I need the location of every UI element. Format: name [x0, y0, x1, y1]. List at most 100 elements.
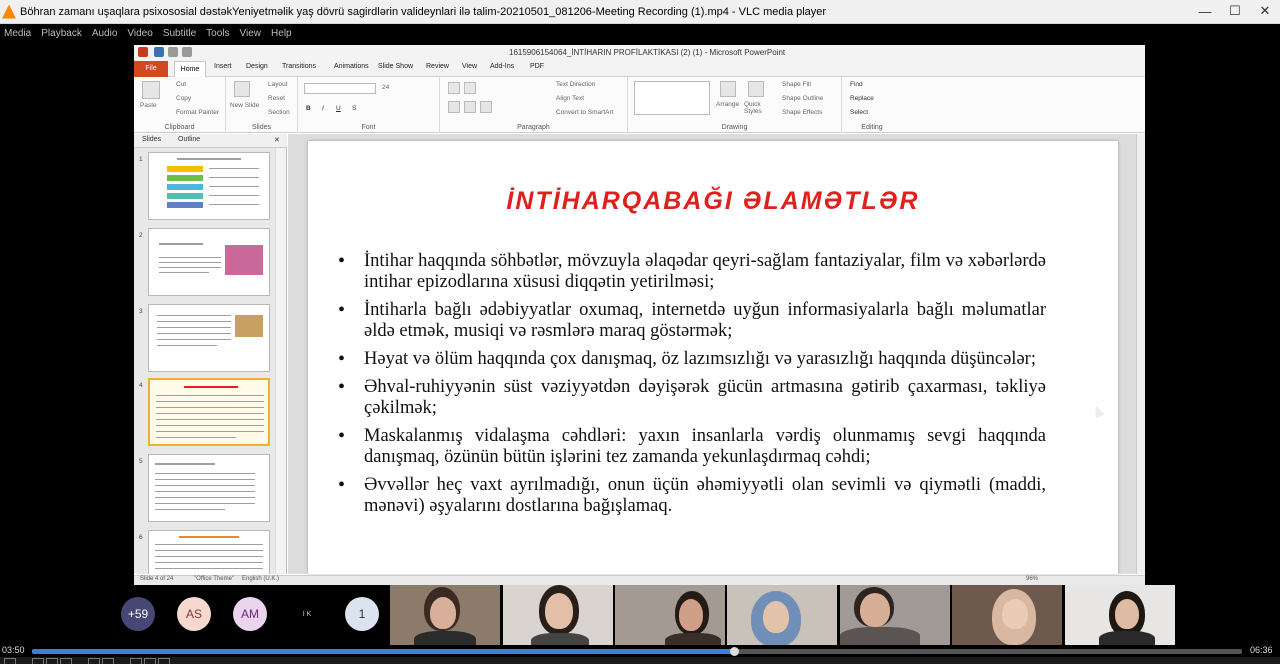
seek-handle[interactable] — [729, 647, 739, 656]
seek-row: 03:50 06:36 — [0, 645, 1280, 657]
section-button[interactable]: Section — [268, 109, 290, 116]
save-icon[interactable] — [154, 47, 164, 57]
new-slide-icon[interactable] — [234, 81, 250, 97]
quick-styles-button[interactable]: Quick Styles — [744, 101, 770, 115]
menu-video[interactable]: Video — [127, 28, 152, 39]
quick-styles-icon[interactable] — [748, 81, 764, 97]
shape-fill-button[interactable]: Shape Fill — [782, 81, 811, 88]
tab-slides[interactable]: Slides — [142, 136, 161, 143]
menu-help[interactable]: Help — [271, 28, 292, 39]
font-name-select[interactable] — [304, 83, 376, 94]
numbering-icon[interactable] — [464, 82, 476, 94]
menu-tools[interactable]: Tools — [206, 28, 229, 39]
participant-video[interactable] — [390, 585, 500, 647]
shadow-icon[interactable]: S — [352, 105, 356, 112]
replace-button[interactable]: Replace — [850, 95, 874, 102]
tab-file[interactable]: File — [134, 61, 168, 77]
tab-add-ins[interactable]: Add-Ins — [490, 63, 514, 70]
tab-outline[interactable]: Outline — [178, 136, 200, 143]
close-panel-icon[interactable]: ✕ — [274, 136, 280, 144]
seek-bar[interactable] — [32, 647, 1242, 656]
align-center-icon[interactable] — [464, 101, 476, 113]
italic-icon[interactable]: I — [322, 105, 324, 112]
avatar[interactable]: AS — [177, 597, 211, 631]
menu-view[interactable]: View — [240, 28, 262, 39]
copy-button[interactable]: Copy — [176, 95, 191, 102]
ppt-title-bar: 1615906154064_İNTİHARIN PROFİLAKTİKASI (… — [134, 45, 1145, 61]
menu-subtitle[interactable]: Subtitle — [163, 28, 196, 39]
slide-thumbnail-1[interactable] — [148, 152, 270, 220]
stop-icon[interactable] — [46, 658, 58, 664]
previous-icon[interactable] — [32, 658, 44, 664]
participant-video[interactable] — [952, 585, 1062, 647]
tab-review[interactable]: Review — [426, 63, 449, 70]
bold-icon[interactable]: B — [306, 105, 311, 112]
more-participants-badge[interactable]: +59 — [121, 597, 155, 631]
align-right-icon[interactable] — [480, 101, 492, 113]
slide-thumbnail-4[interactable] — [148, 378, 270, 446]
participant-initials[interactable]: I K — [290, 597, 324, 631]
tab-view[interactable]: View — [462, 63, 477, 70]
tab-home[interactable]: Home — [174, 61, 206, 77]
align-text-button[interactable]: Align Text — [556, 95, 584, 102]
shapes-gallery[interactable] — [634, 81, 710, 115]
slide-scrollbar[interactable] — [1136, 134, 1145, 574]
font-size-select[interactable]: 24 — [382, 84, 389, 91]
language[interactable]: English (U.K.) — [242, 576, 279, 582]
slide-thumbnail-5[interactable] — [148, 454, 270, 522]
tab-design[interactable]: Design — [246, 63, 268, 70]
underline-icon[interactable]: U — [336, 105, 341, 112]
slide-thumbnail-2[interactable] — [148, 228, 270, 296]
play-icon[interactable] — [4, 658, 16, 664]
participant-video[interactable] — [727, 585, 837, 647]
paste-button[interactable]: Paste — [140, 102, 157, 109]
arrange-button[interactable]: Arrange — [716, 101, 739, 108]
slide-thumbnail-6[interactable] — [148, 530, 270, 574]
zoom-level[interactable]: 96% — [1026, 576, 1038, 582]
avatar[interactable]: AM — [233, 597, 267, 631]
arrange-icon[interactable] — [720, 81, 736, 97]
bullets-icon[interactable] — [448, 82, 460, 94]
tab-animations[interactable]: Animations — [334, 63, 369, 70]
participant-face — [1115, 599, 1139, 629]
participant-video[interactable] — [1065, 585, 1175, 647]
next-icon[interactable] — [60, 658, 72, 664]
format-painter-button[interactable]: Format Painter — [176, 109, 219, 116]
find-button[interactable]: Find — [850, 81, 863, 88]
menu-audio[interactable]: Audio — [92, 28, 118, 39]
panel-scrollbar[interactable] — [275, 148, 286, 574]
undo-icon[interactable] — [168, 47, 178, 57]
reset-button[interactable]: Reset — [268, 95, 285, 102]
playlist-icon[interactable] — [102, 658, 114, 664]
tab-transitions[interactable]: Transitions — [282, 63, 316, 70]
participant-video[interactable] — [615, 585, 725, 647]
slide-thumbnail-3[interactable] — [148, 304, 270, 372]
paste-icon[interactable] — [142, 81, 160, 99]
frame-icon[interactable] — [158, 658, 170, 664]
menu-media[interactable]: Media — [4, 28, 31, 39]
menu-playback[interactable]: Playback — [41, 28, 82, 39]
new-slide-button[interactable]: New Slide — [230, 102, 259, 109]
close-icon[interactable]: ✕ — [1250, 0, 1280, 22]
tab-insert[interactable]: Insert — [214, 63, 232, 70]
shape-outline-button[interactable]: Shape Outline — [782, 95, 823, 102]
shape-effects-button[interactable]: Shape Effects — [782, 109, 822, 116]
shuffle-icon[interactable] — [144, 658, 156, 664]
redo-icon[interactable] — [182, 47, 192, 57]
fullscreen-icon[interactable] — [88, 658, 100, 664]
align-left-icon[interactable] — [448, 101, 460, 113]
participant-video[interactable] — [840, 585, 950, 647]
slide[interactable]: İNTİHARQABAĞI ƏLAMƏTLƏR İntihar haqqında… — [308, 141, 1118, 574]
participant-video[interactable] — [503, 585, 613, 647]
tab-pdf[interactable]: PDF — [530, 63, 544, 70]
raised-hand-badge[interactable]: 1 — [345, 597, 379, 631]
loop-icon[interactable] — [130, 658, 142, 664]
cut-button[interactable]: Cut — [176, 81, 186, 88]
layout-button[interactable]: Layout — [268, 81, 288, 88]
text-direction-button[interactable]: Text Direction — [556, 81, 595, 88]
convert-smartart-button[interactable]: Convert to SmartArt — [556, 109, 613, 116]
minimize-icon[interactable]: — — [1190, 0, 1220, 22]
maximize-icon[interactable]: ☐ — [1220, 0, 1250, 22]
tab-slide-show[interactable]: Slide Show — [378, 63, 413, 70]
select-button[interactable]: Select — [850, 109, 868, 116]
